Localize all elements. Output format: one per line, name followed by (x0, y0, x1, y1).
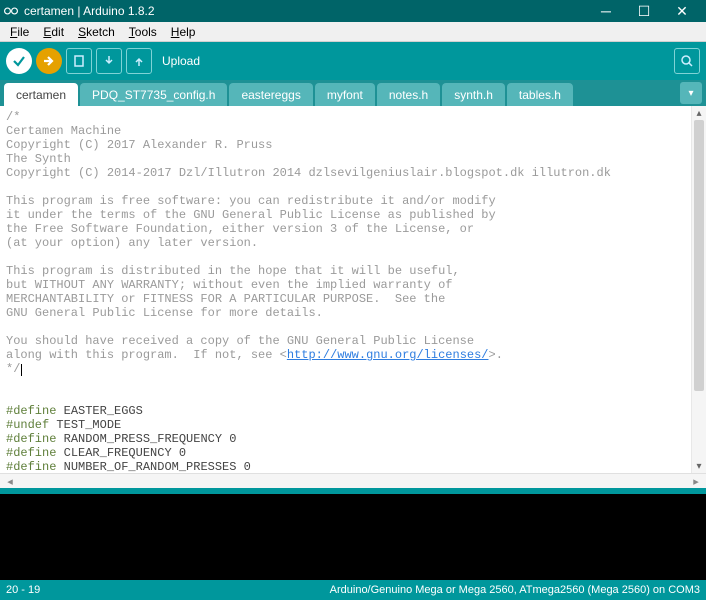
text-cursor (21, 364, 22, 376)
tab-eastereggs[interactable]: eastereggs (229, 83, 312, 106)
horizontal-scrollbar[interactable]: ◂ ▸ (0, 473, 706, 488)
menu-sketch[interactable]: Sketch (72, 23, 121, 41)
tab-synth[interactable]: synth.h (442, 83, 505, 106)
tab-notes[interactable]: notes.h (377, 83, 440, 106)
license-link[interactable]: http://www.gnu.org/licenses/ (287, 348, 489, 362)
toolbar-label: Upload (162, 54, 200, 68)
title-bar: certamen | Arduino 1.8.2 ─ ☐ ✕ (0, 0, 706, 22)
scroll-up-arrow[interactable]: ▴ (696, 106, 701, 120)
tab-pdq-config[interactable]: PDQ_ST7735_config.h (80, 83, 227, 106)
status-board-info: Arduino/Genuino Mega or Mega 2560, ATmeg… (330, 584, 700, 596)
open-sketch-button[interactable] (96, 48, 122, 74)
scroll-right-arrow[interactable]: ▸ (689, 475, 703, 488)
tab-menu-button[interactable]: ▾ (680, 82, 702, 104)
menu-tools[interactable]: Tools (123, 23, 163, 41)
tab-myfont[interactable]: myfont (315, 83, 375, 106)
toolbar: Upload (0, 42, 706, 80)
status-cursor-pos: 20 - 19 (6, 584, 40, 596)
menu-help[interactable]: Help (165, 23, 202, 41)
minimize-button[interactable]: ─ (596, 3, 616, 19)
tab-certamen[interactable]: certamen (4, 83, 78, 106)
close-button[interactable]: ✕ (672, 3, 692, 20)
bottom-pane (0, 488, 706, 580)
scroll-left-arrow[interactable]: ◂ (3, 475, 17, 488)
code-editor[interactable]: /* Certamen Machine Copyright (C) 2017 A… (0, 106, 706, 473)
scroll-down-arrow[interactable]: ▾ (696, 459, 701, 473)
save-sketch-button[interactable] (126, 48, 152, 74)
vertical-scrollbar[interactable]: ▴ ▾ (691, 106, 706, 473)
window-title: certamen | Arduino 1.8.2 (24, 4, 596, 18)
arduino-icon (4, 5, 18, 17)
maximize-button[interactable]: ☐ (634, 3, 654, 20)
scroll-thumb[interactable] (694, 120, 704, 391)
menu-bar: File Edit Sketch Tools Help (0, 22, 706, 42)
menu-file[interactable]: File (4, 23, 35, 41)
console-output[interactable] (0, 494, 706, 580)
tab-tables[interactable]: tables.h (507, 83, 573, 106)
status-bar: 20 - 19 Arduino/Genuino Mega or Mega 256… (0, 580, 706, 600)
tab-bar: certamen PDQ_ST7735_config.h eastereggs … (0, 80, 706, 106)
code-content[interactable]: /* Certamen Machine Copyright (C) 2017 A… (0, 106, 706, 473)
upload-button[interactable] (36, 48, 62, 74)
menu-edit[interactable]: Edit (37, 23, 70, 41)
verify-button[interactable] (6, 48, 32, 74)
new-sketch-button[interactable] (66, 48, 92, 74)
serial-monitor-button[interactable] (674, 48, 700, 74)
